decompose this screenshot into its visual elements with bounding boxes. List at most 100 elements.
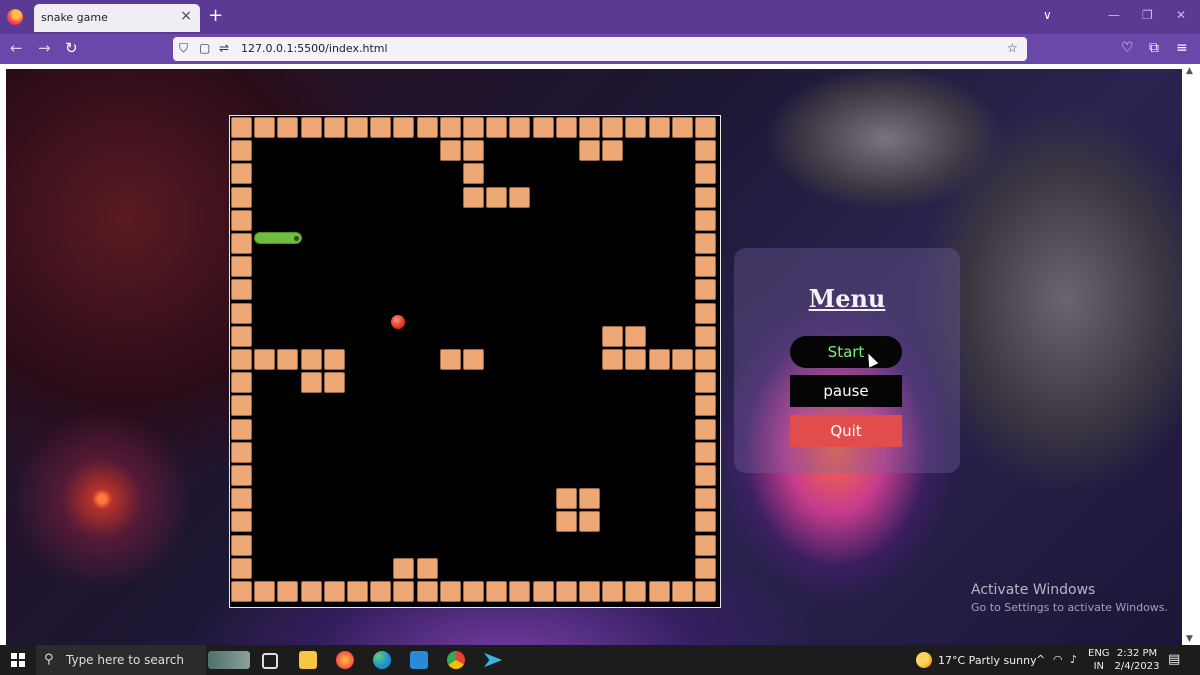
obstacle-tile [463,186,484,208]
edge-icon[interactable] [373,651,391,669]
quit-button[interactable]: Quit [790,415,902,447]
menu-icon[interactable]: ≡ [1176,40,1188,56]
wall-tile [695,325,716,347]
windows-start-icon[interactable] [11,653,25,667]
file-explorer-icon[interactable] [299,651,317,669]
clock[interactable]: 2:32 PM 2/4/2023 [1114,647,1160,673]
url-text[interactable]: 127.0.0.1:5500/index.html [241,42,388,55]
wall-tile [231,511,252,533]
scroll-up-icon[interactable]: ▲ [1186,66,1193,76]
restore-icon[interactable]: ❐ [1142,8,1153,22]
browser-tab[interactable]: snake game × [34,4,200,32]
wall-tile [695,557,716,579]
firefox-logo-icon[interactable] [7,9,23,25]
wall-tile [231,441,252,463]
obstacle-tile [602,325,624,347]
browser-titlebar: snake game × + ∨ — ❐ ✕ [0,0,1200,34]
new-tab-icon[interactable]: + [208,5,223,26]
wall-tile [695,488,716,510]
obstacle-tile [602,349,624,370]
taskbar-search[interactable]: ⚲ Type here to search [36,645,206,675]
pocket-icon[interactable]: ♡ [1121,40,1134,56]
tab-list-icon[interactable]: ∨ [1043,8,1052,22]
wall-tile [277,117,299,138]
obstacle-tile [555,511,577,533]
game-board[interactable] [229,115,721,608]
forward-icon[interactable]: → [38,39,51,57]
wall-tile [602,581,624,602]
wall-tile [439,117,461,138]
search-icon: ⚲ [44,652,54,667]
food-apple [391,315,405,329]
wall-tile [695,279,716,301]
back-icon[interactable]: ← [10,39,23,57]
tab-close-icon[interactable]: × [180,8,192,24]
lang-region: IN [1093,661,1104,672]
wall-tile [231,279,252,301]
weather-text[interactable]: 17°C Partly sunny [938,654,1037,667]
obstacle-tile [671,349,693,370]
wall-tile [347,117,368,138]
wall-tile [625,117,647,138]
site-info-icon[interactable]: ⇌ [219,41,229,55]
powershell-icon[interactable] [484,652,502,668]
wall-tile [555,117,577,138]
search-placeholder: Type here to search [66,653,184,667]
wall-tile [393,117,415,138]
pause-button[interactable]: pause [790,375,902,407]
obstacle-tile [416,557,438,579]
obstacle-tile [416,581,438,602]
wall-tile [231,534,252,556]
wifi-icon[interactable]: ◠ [1053,653,1063,666]
bookmark-star-icon[interactable]: ☆ [1007,41,1018,55]
tray-expand-icon[interactable]: ^ [1036,653,1045,666]
wall-tile [347,581,368,602]
wall-tile [695,441,716,463]
wall-tile [509,581,531,602]
wall-tile [555,581,577,602]
weather-icon[interactable] [916,652,932,668]
reload-icon[interactable]: ↻ [65,39,78,57]
obstacle-tile [579,511,600,533]
minimize-icon[interactable]: — [1108,8,1120,22]
firefox-taskbar-icon[interactable] [336,651,354,669]
snake-eye [294,236,299,241]
wall-tile [695,534,716,556]
wall-tile [231,395,252,417]
language-indicator[interactable]: ENG IN [1088,647,1110,673]
notification-icon[interactable]: ▤ [1168,652,1180,667]
vscode-icon[interactable] [410,651,428,669]
obstacle-tile [509,186,531,208]
obstacle-tile [300,372,322,394]
news-widget-icon[interactable] [208,651,250,669]
obstacle-tile [393,581,415,602]
shield-icon[interactable]: ⛉ [179,41,188,56]
wall-tile [695,418,716,440]
task-view-icon[interactable] [262,653,278,669]
clock-time: 2:32 PM [1116,648,1158,659]
wall-tile [625,581,647,602]
page-icon[interactable]: ▢ [199,41,210,55]
wall-tile [695,581,716,602]
wall-tile [695,395,716,417]
wall-tile [231,302,252,324]
volume-icon[interactable]: ♪ [1070,653,1077,666]
extensions-icon[interactable]: ⧉ [1149,40,1159,56]
menu-panel: Menu Start pause Quit [734,248,960,473]
obstacle-tile [393,557,415,579]
wall-tile [300,581,322,602]
wall-tile [671,117,693,138]
obstacle-tile [323,349,345,370]
wall-tile [254,117,276,138]
url-bar[interactable]: ⛉ ▢ ⇌ 127.0.0.1:5500/index.html ☆ [173,37,1027,61]
obstacle-tile [323,372,345,394]
wall-tile [648,581,670,602]
start-button[interactable]: Start [790,336,902,368]
obstacle-tile [463,163,484,185]
scroll-down-icon[interactable]: ▼ [1186,634,1193,644]
obstacle-tile [579,140,600,162]
window-close-icon[interactable]: ✕ [1176,8,1186,22]
wall-tile [439,581,461,602]
wall-tile [231,581,252,602]
chrome-icon[interactable] [447,651,465,669]
